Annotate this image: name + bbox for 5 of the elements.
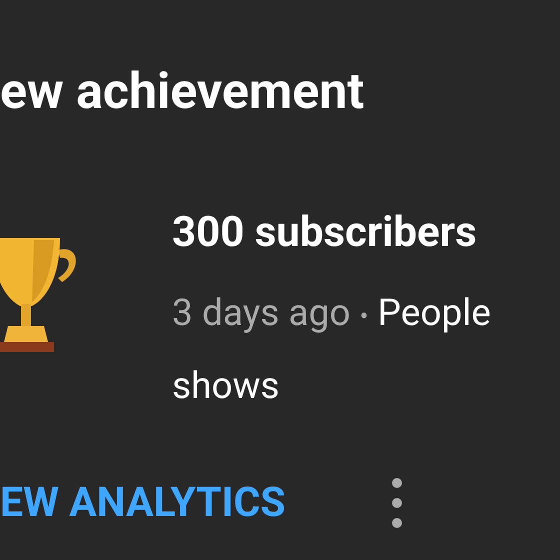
achievement-details: 3 days ago • People shows [172, 291, 492, 410]
card-title: ew achievement [0, 62, 366, 122]
view-analytics-link[interactable]: EW ANALYTICS [0, 478, 286, 528]
achievement-name: 300 subscribers [172, 207, 478, 259]
more-options-icon[interactable] [390, 476, 404, 530]
